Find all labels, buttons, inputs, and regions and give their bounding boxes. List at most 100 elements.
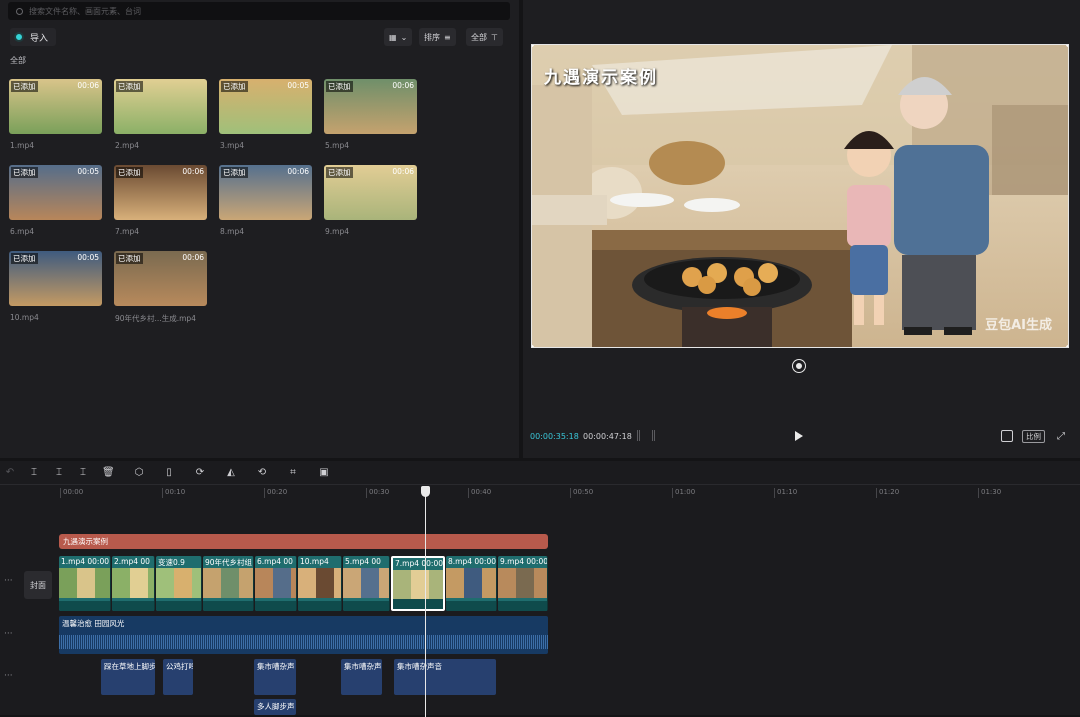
media-tile[interactable]: 已添加 00:06 5.mp4 — [324, 79, 417, 152]
video-clip[interactable]: 10.mp4 — [298, 556, 342, 611]
media-tile[interactable]: 已添加 00:06 8.mp4 — [219, 165, 312, 238]
video-clip[interactable]: 5.mp4 00 — [343, 556, 390, 611]
media-thumbnail[interactable]: 已添加 00:06 — [9, 79, 102, 134]
timecode-format-icon[interactable] — [637, 430, 655, 441]
duration-label: 00:05 — [287, 81, 309, 90]
rotate-icon[interactable] — [793, 360, 805, 372]
play-icon[interactable] — [795, 431, 803, 441]
duration-label: 00:06 — [392, 167, 414, 176]
split-icon[interactable]: ⌶ — [28, 467, 40, 479]
cover-button[interactable]: 封面 — [24, 571, 52, 599]
view-mode-button[interactable]: ▦ ⌄ — [384, 28, 413, 46]
clip-thumbnails — [393, 570, 443, 600]
sound-effect-clip[interactable]: 多人脚步声 — [254, 699, 296, 715]
video-clip[interactable]: 9.mp4 00:00 — [498, 556, 548, 611]
resize-handle[interactable] — [1066, 345, 1068, 347]
search-icon — [16, 7, 23, 15]
media-tile[interactable]: 已添加 00:06 1.mp4 — [9, 79, 102, 152]
file-name: 2.mp4 — [115, 141, 139, 150]
clip-audio-wave — [343, 601, 389, 611]
added-badge: 已添加 — [221, 81, 248, 92]
playhead[interactable] — [425, 487, 426, 717]
video-clip[interactable]: 6.mp4 00 — [255, 556, 297, 611]
video-clip[interactable]: 90年代乡村组 — [203, 556, 254, 611]
sound-effect-clip[interactable]: 踩在草地上脚步 — [101, 659, 155, 695]
video-clip-selected[interactable]: 7.mp4 00:00 — [391, 556, 445, 611]
resize-handle[interactable] — [532, 345, 534, 347]
marker-icon[interactable]: ⬡ — [133, 467, 145, 479]
undo-icon[interactable]: ↶ — [4, 467, 16, 479]
reverse-icon[interactable]: ⟳ — [194, 467, 206, 479]
fullscreen-icon[interactable]: ⤢ — [1057, 431, 1065, 442]
added-badge: 已添加 — [116, 167, 143, 178]
media-thumbnail[interactable]: 已添加 00:06 — [114, 165, 207, 220]
media-thumbnail[interactable]: 已添加 — [114, 79, 207, 134]
time-ruler[interactable]: 00:00 00:10 00:20 00:30 00:40 00:50 01:0… — [60, 488, 1080, 500]
delete-icon[interactable]: 🗑 — [102, 467, 115, 479]
import-button[interactable]: 导入 — [10, 28, 57, 46]
media-tile[interactable]: 已添加 00:06 9.mp4 — [324, 165, 417, 238]
media-thumbnail[interactable]: 已添加 00:05 — [219, 79, 312, 134]
music-clip[interactable]: 温馨治愈 田园风光 — [59, 616, 548, 654]
ruler-tick: 00:40 — [468, 488, 491, 498]
sound-effect-clip[interactable]: 集市嘈杂声 — [254, 659, 296, 695]
ratio-button[interactable]: 比例 — [1022, 430, 1045, 443]
media-thumbnail[interactable]: 已添加 00:05 — [9, 251, 102, 306]
media-tile[interactable]: 已添加 00:06 90年代乡村...生成.mp4 — [114, 251, 207, 324]
text-clip[interactable]: 九遇演示案例 — [59, 534, 548, 549]
mirror-icon[interactable]: ◭ — [225, 467, 237, 479]
clip-thumbnails — [203, 568, 253, 598]
media-thumbnail[interactable]: 已添加 00:06 — [114, 251, 207, 306]
ruler-tick: 00:10 — [162, 488, 185, 498]
sort-label: 排序 — [424, 32, 440, 42]
media-tile[interactable]: 已添加 2.mp4 — [114, 79, 207, 152]
filter-icon: ⊤ — [491, 32, 498, 42]
search-input[interactable]: 搜索文件名称、画面元素、台词 — [8, 2, 510, 20]
media-thumbnail[interactable]: 已添加 00:06 — [324, 165, 417, 220]
timeline-toolbar: ↶ ⌶ ⌶ ⌶ 🗑 ⬡ ▯ ⟳ ◭ ⟲ ⌗ ▣ — [0, 461, 1080, 485]
media-tile[interactable]: 已添加 00:06 7.mp4 — [114, 165, 207, 238]
sound-effect-clip[interactable]: 集市嘈杂声音 — [394, 659, 496, 695]
video-preview-canvas[interactable]: 九遇演示案例 豆包AI生成 — [531, 44, 1069, 348]
freeze-icon[interactable]: ▯ — [163, 467, 175, 479]
import-icon — [14, 32, 24, 42]
clip-thumbnails — [446, 568, 496, 598]
crop-icon[interactable]: ⌗ — [287, 467, 299, 479]
video-clip[interactable]: 2.mp4 00 — [112, 556, 155, 611]
video-clip[interactable]: 1.mp4 00:00 — [59, 556, 111, 611]
video-clip[interactable]: 变速0.9 — [156, 556, 202, 611]
file-name: 3.mp4 — [220, 141, 244, 150]
media-tile[interactable]: 已添加 00:05 10.mp4 — [9, 251, 102, 324]
video-clip[interactable]: 8.mp4 00:00 — [446, 556, 497, 611]
sfx-label: 公鸡打鸣 — [166, 662, 193, 671]
media-thumbnail[interactable]: 已添加 00:06 — [324, 79, 417, 134]
media-thumbnail[interactable]: 已添加 00:06 — [219, 165, 312, 220]
clip-thumbnails — [498, 568, 547, 598]
playhead-handle[interactable] — [421, 486, 430, 497]
image-edit-icon[interactable]: ▣ — [318, 467, 330, 479]
ruler-tick: 00:50 — [570, 488, 593, 498]
split-right-icon[interactable]: ⌶ — [77, 467, 89, 479]
sound-effect-clip[interactable]: 集市嘈杂声 — [341, 659, 382, 695]
sound-effect-clip[interactable]: 公鸡打鸣 — [163, 659, 193, 695]
fit-view-icon[interactable] — [1001, 430, 1013, 442]
media-tile[interactable]: 已添加 00:05 6.mp4 — [9, 165, 102, 238]
file-name: 10.mp4 — [10, 313, 39, 322]
sort-button[interactable]: 排序 ≡ — [419, 28, 456, 46]
ruler-tick: 01:20 — [876, 488, 899, 498]
track-menu-icon[interactable]: ··· — [4, 629, 13, 639]
preview-overlay-title: 九遇演示案例 — [544, 68, 658, 88]
current-time: 00:00:35:18 — [530, 432, 579, 441]
clip-label: 7.mp4 00:00 — [395, 559, 443, 568]
resize-handle[interactable] — [1066, 45, 1068, 47]
clip-label: 8.mp4 00:00 — [448, 557, 496, 566]
filter-button[interactable]: 全部 ⊤ — [466, 28, 503, 46]
track-menu-icon[interactable]: ··· — [4, 576, 13, 586]
media-thumbnail[interactable]: 已添加 00:05 — [9, 165, 102, 220]
rotate-clip-icon[interactable]: ⟲ — [256, 467, 268, 479]
split-left-icon[interactable]: ⌶ — [53, 467, 65, 479]
media-tile[interactable]: 已添加 00:05 3.mp4 — [219, 79, 312, 152]
sfx-label: 集市嘈杂声音 — [397, 662, 442, 671]
track-menu-icon[interactable]: ··· — [4, 671, 13, 681]
added-badge: 已添加 — [11, 253, 38, 264]
